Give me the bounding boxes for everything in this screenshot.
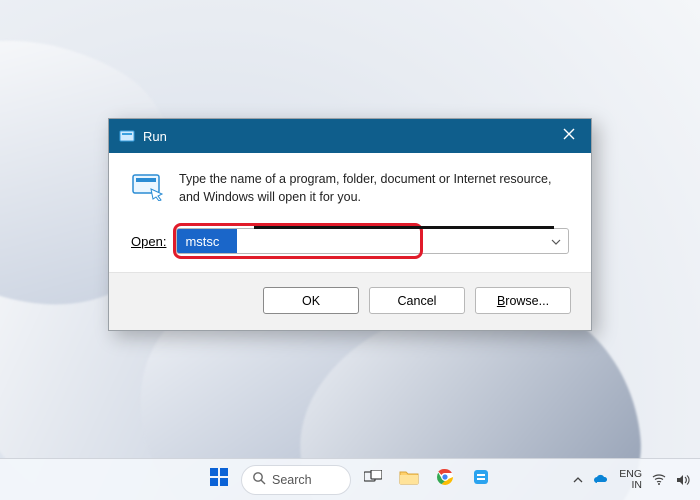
chevron-down-icon bbox=[551, 232, 561, 250]
tray-volume-icon[interactable] bbox=[676, 474, 690, 486]
run-dialog-titlebar[interactable]: Run bbox=[109, 119, 591, 153]
system-tray: ENG IN bbox=[573, 469, 690, 490]
run-dialog-description: Type the name of a program, folder, docu… bbox=[179, 171, 569, 206]
start-button[interactable] bbox=[205, 466, 233, 494]
combobox-caret[interactable] bbox=[544, 232, 568, 250]
close-button[interactable] bbox=[547, 119, 591, 153]
open-combobox[interactable] bbox=[176, 228, 569, 254]
windows-logo-icon bbox=[210, 468, 228, 491]
task-view-button[interactable] bbox=[359, 466, 387, 494]
taskbar-search-placeholder: Search bbox=[272, 473, 312, 487]
ok-button[interactable]: OK bbox=[263, 287, 359, 314]
close-icon bbox=[563, 127, 575, 145]
tray-chevron-up-icon[interactable] bbox=[573, 475, 583, 485]
open-label: Open: bbox=[131, 234, 166, 249]
open-input[interactable] bbox=[177, 229, 237, 253]
taskbar: Search ENG bbox=[0, 458, 700, 500]
task-view-icon bbox=[364, 470, 382, 489]
chrome-icon bbox=[436, 468, 454, 491]
run-dialog: Run Type the name of a program, folder, … bbox=[108, 118, 592, 331]
taskbar-search[interactable]: Search bbox=[241, 465, 351, 495]
run-hero-icon bbox=[131, 171, 165, 206]
app-icon bbox=[472, 468, 490, 491]
search-icon bbox=[252, 471, 266, 488]
cancel-button[interactable]: Cancel bbox=[369, 287, 465, 314]
tray-onedrive-icon[interactable] bbox=[593, 474, 609, 485]
run-dialog-buttons: OK Cancel Browse... bbox=[109, 272, 591, 330]
folder-icon bbox=[399, 469, 419, 490]
annotation-line bbox=[254, 226, 554, 229]
taskbar-app-explorer[interactable] bbox=[395, 466, 423, 494]
taskbar-app-chrome[interactable] bbox=[431, 466, 459, 494]
taskbar-app-generic[interactable] bbox=[467, 466, 495, 494]
browse-button[interactable]: Browse... bbox=[475, 287, 571, 314]
run-dialog-icon bbox=[119, 128, 135, 144]
tray-language[interactable]: ENG IN bbox=[619, 469, 642, 490]
tray-wifi-icon[interactable] bbox=[652, 474, 666, 485]
run-dialog-title: Run bbox=[143, 129, 167, 144]
